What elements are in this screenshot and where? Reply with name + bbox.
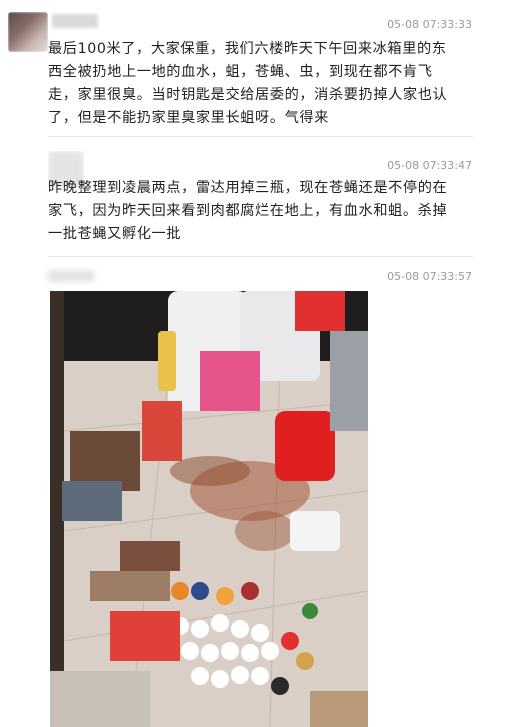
comment-feed: 05-08 07:33:33 最后100米了，大家保重，我们六楼昨天下午回来冰箱…	[0, 0, 512, 727]
comment-item: 05-08 07:33:33 最后100米了，大家保重，我们六楼昨天下午回来冰箱…	[0, 0, 512, 136]
comment-photo[interactable]	[50, 291, 368, 727]
photo-illustration	[50, 291, 368, 727]
comment-text: 昨晚整理到凌晨两点，雷达用掉三瓶，现在苍蝇还是不停的在家飞，因为昨天回来看到肉都…	[48, 180, 448, 242]
avatar[interactable]	[8, 12, 48, 52]
comment-item: 05-08 07:33:47 昨晚整理到凌晨两点，雷达用掉三瓶，现在苍蝇还是不停…	[0, 141, 512, 261]
comment-timestamp: 05-08 07:33:33	[387, 18, 472, 31]
divider	[48, 256, 473, 257]
comment-timestamp: 05-08 07:33:47	[387, 159, 472, 172]
comment-timestamp: 05-08 07:33:57	[387, 270, 472, 283]
comment-text: 最后100米了，大家保重，我们六楼昨天下午回来冰箱里的东西全被扔地上一地的血水，…	[48, 41, 448, 126]
divider	[48, 136, 473, 137]
username[interactable]	[52, 14, 98, 28]
username[interactable]	[48, 270, 94, 282]
